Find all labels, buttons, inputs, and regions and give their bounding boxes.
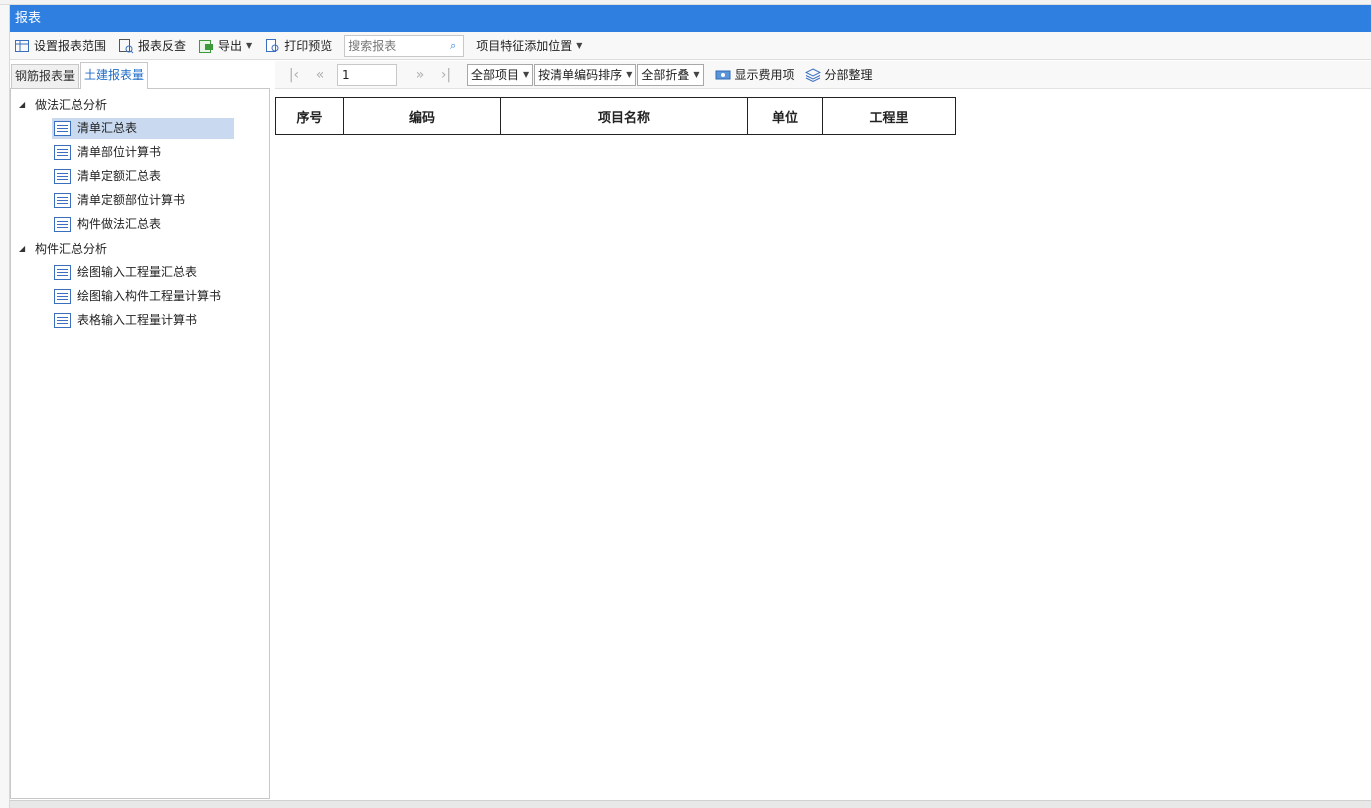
status-bar [10, 800, 1371, 808]
column-header-code[interactable]: 编码 [343, 97, 501, 135]
report-view-pane: |‹ « 1 » ›| 全部项目 ▼ 按清单编码排序 ▼ 全部折叠 ▼ 显示费用… [275, 61, 1371, 801]
export-icon [198, 38, 214, 54]
report-search-input[interactable] [345, 35, 446, 56]
tree-item-drawing-component-calc[interactable]: 绘图输入构件工程量计算书 [52, 286, 221, 307]
background-app-sidebar [0, 5, 10, 808]
report-reverse-check-button[interactable]: 报表反查 [118, 37, 186, 54]
tree-item-label: 清单汇总表 [77, 121, 138, 135]
column-header-quantity[interactable]: 工程里 [822, 97, 956, 135]
report-type-tabs: 钢筋报表量 土建报表量 [10, 61, 270, 89]
tree-item-drawing-quantity-summary[interactable]: 绘图输入工程量汇总表 [52, 262, 197, 283]
tree-item-label: 表格输入工程量计算书 [77, 313, 198, 327]
report-tree: ◢ 做法汇总分析 清单汇总表 清单部位计算书 清单定额汇总表 清单定额部位计算书 [10, 89, 270, 799]
report-document-icon [54, 193, 71, 208]
tree-group-label: 构件汇总分析 [35, 242, 108, 256]
report-toolbar: |‹ « 1 » ›| 全部项目 ▼ 按清单编码排序 ▼ 全部折叠 ▼ 显示费用… [275, 61, 1371, 89]
previous-page-icon[interactable]: « [307, 67, 333, 83]
tree-item-bill-quota-location-calc[interactable]: 清单定额部位计算书 [52, 190, 185, 211]
report-document-icon [54, 169, 71, 184]
report-table: 序号 编码 项目名称 单位 工程里 [275, 97, 956, 135]
report-window: 报表 设置报表范围 报表反查 导出 ▼ 打印预览 搜索报表 ⌕ 项目特征添加位置… [10, 5, 1371, 808]
last-page-icon[interactable]: ›| [433, 67, 459, 83]
show-fee-items-button[interactable]: 显示费用项 [715, 66, 795, 83]
money-icon [715, 67, 731, 83]
chevron-down-icon: ▼ [523, 69, 530, 79]
tree-item-label: 清单部位计算书 [77, 145, 162, 159]
tree-group-method-summary[interactable]: ◢ 做法汇总分析 [19, 95, 107, 115]
report-document-icon [54, 265, 71, 280]
export-dropdown-button[interactable]: 导出 ▼ [198, 37, 252, 54]
collapse-triangle-icon[interactable]: ◢ [19, 239, 35, 259]
fold-label: 全部折叠 [641, 67, 690, 82]
column-header-index[interactable]: 序号 [275, 97, 344, 135]
tab-civil-report[interactable]: 土建报表量 [80, 62, 149, 89]
print-preview-button[interactable]: 打印预览 [264, 37, 332, 54]
chevron-down-icon: ▼ [626, 69, 633, 79]
column-header-item-name[interactable]: 项目名称 [500, 97, 748, 135]
item-filter-label: 全部项目 [471, 67, 520, 82]
section-organize-button[interactable]: 分部整理 [804, 66, 873, 83]
report-document-icon [54, 121, 71, 136]
report-tree-pane: 钢筋报表量 土建报表量 ◢ 做法汇总分析 清单汇总表 清单部位计算书 清单定额汇… [10, 61, 270, 799]
tree-item-bill-quota-summary[interactable]: 清单定额汇总表 [52, 166, 161, 187]
main-toolbar: 设置报表范围 报表反查 导出 ▼ 打印预览 ⌕ 项目特征添加位置 [10, 32, 1371, 60]
first-page-icon[interactable]: |‹ [281, 67, 307, 83]
tree-group-label: 做法汇总分析 [35, 98, 108, 112]
print-preview-icon [264, 38, 280, 54]
item-filter-dropdown[interactable]: 全部项目 ▼ [467, 63, 534, 86]
page-number-input[interactable]: 1 [337, 63, 397, 86]
tree-item-label: 绘图输入构件工程量计算书 [77, 289, 222, 303]
tree-item-bill-location-calc[interactable]: 清单部位计算书 [52, 142, 161, 163]
search-icon[interactable]: ⌕ [445, 39, 461, 53]
set-report-range-label: 设置报表范围 [34, 39, 107, 53]
report-document-icon [54, 145, 71, 160]
report-document-icon [54, 289, 71, 304]
table-search-icon [118, 38, 134, 54]
tree-item-label: 绘图输入工程量汇总表 [77, 265, 198, 279]
table-header-row: 序号 编码 项目名称 单位 工程里 [275, 97, 956, 135]
fold-dropdown[interactable]: 全部折叠 ▼ [637, 63, 704, 86]
tree-item-component-method-summary[interactable]: 构件做法汇总表 [52, 214, 161, 235]
sort-order-dropdown[interactable]: 按清单编码排序 ▼ [534, 63, 637, 86]
chevron-down-icon: ▼ [246, 41, 253, 50]
collapse-triangle-icon[interactable]: ◢ [19, 95, 35, 115]
sort-order-label: 按清单编码排序 [538, 67, 623, 82]
report-reverse-check-label: 报表反查 [138, 39, 187, 53]
section-organize-label: 分部整理 [824, 68, 873, 82]
grid-settings-icon [14, 38, 30, 54]
tree-item-label: 清单定额汇总表 [77, 169, 162, 183]
column-header-unit[interactable]: 单位 [747, 97, 823, 135]
report-search-box[interactable]: ⌕ [344, 34, 465, 57]
feature-position-label: 项目特征添加位置 [476, 39, 573, 53]
report-document-icon [54, 313, 71, 328]
export-label: 导出 [218, 39, 243, 53]
tree-item-label: 清单定额部位计算书 [77, 193, 186, 207]
chevron-down-icon: ▼ [576, 41, 583, 50]
tree-item-label: 构件做法汇总表 [77, 217, 162, 231]
tree-item-bill-summary[interactable]: 清单汇总表 [52, 118, 234, 139]
tree-group-component-summary[interactable]: ◢ 构件汇总分析 [19, 239, 107, 259]
layers-icon [804, 67, 821, 83]
next-page-icon[interactable]: » [407, 67, 433, 83]
window-title: 报表 [10, 5, 1371, 32]
report-document-icon [54, 217, 71, 232]
set-report-range-button[interactable]: 设置报表范围 [14, 37, 106, 54]
chevron-down-icon: ▼ [693, 69, 700, 79]
feature-position-dropdown[interactable]: 项目特征添加位置 ▼ [476, 37, 582, 54]
print-preview-label: 打印预览 [284, 39, 333, 53]
tab-rebar-report[interactable]: 钢筋报表量 [11, 64, 80, 88]
show-fee-items-label: 显示费用项 [734, 68, 795, 82]
tree-item-table-quantity-calc[interactable]: 表格输入工程量计算书 [52, 310, 197, 331]
